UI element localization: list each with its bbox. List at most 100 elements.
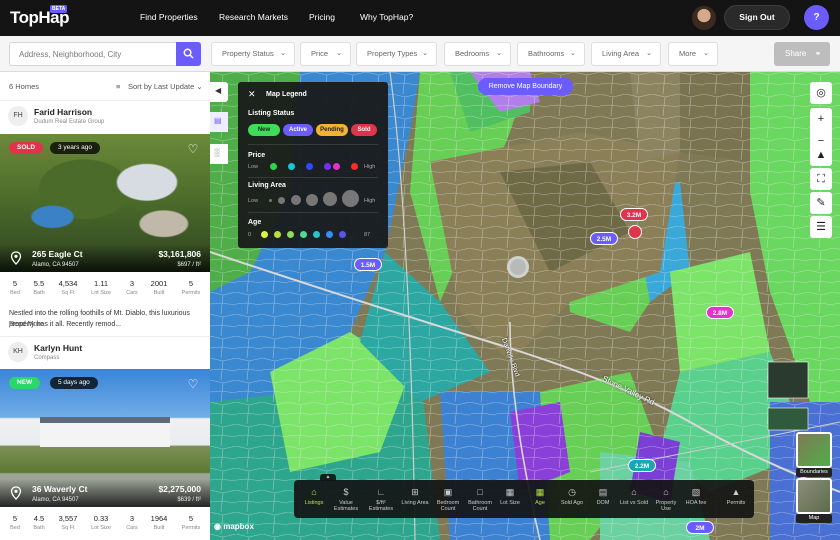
age-swatch: [287, 231, 294, 238]
search-input[interactable]: [9, 42, 177, 66]
listings-tool-button[interactable]: ▤: [210, 112, 228, 132]
search-button[interactable]: [176, 42, 201, 66]
price-marker[interactable]: 2.8M: [706, 306, 734, 319]
share-button[interactable]: Share ⚭: [774, 42, 830, 66]
listing-photo[interactable]: SOLD 3 years ago ♡ 265 Eagle Ct Alamo, C…: [0, 134, 210, 272]
layer-dom[interactable]: ▤ DOM: [587, 480, 619, 518]
compass-button[interactable]: ▲: [810, 144, 832, 166]
collapse-panel-button[interactable]: ◀: [210, 82, 228, 102]
listing-price: $2,275,000: [158, 484, 201, 494]
agent-header: FH Farid Harrison Dudum Real Estate Grou…: [0, 100, 210, 132]
bar-chart-icon: ░: [214, 148, 220, 157]
favorite-heart-icon[interactable]: ♡: [185, 141, 201, 157]
price-marker[interactable]: 2.2M: [628, 459, 656, 472]
filter-property-types[interactable]: Property Types ⌄: [356, 42, 437, 66]
location-pin-icon: [10, 251, 22, 265]
sold-pin-icon[interactable]: [628, 225, 642, 239]
close-icon[interactable]: ✕: [248, 89, 256, 100]
chevron-down-icon: ⌄: [703, 50, 709, 57]
layer-value-estimates[interactable]: $ Value Estimates: [330, 480, 362, 518]
read-more-link[interactable]: Read More: [9, 321, 44, 328]
legend-status-new: New: [248, 124, 280, 136]
listing-street[interactable]: 36 Waverly Ct: [32, 484, 87, 494]
filter-bedrooms[interactable]: Bedrooms ⌄: [444, 42, 511, 66]
layer-price-per-sqft[interactable]: ∟ $/ft² Estimates: [365, 480, 397, 518]
legend-divider: [248, 144, 378, 145]
chevron-down-icon: ⌄: [646, 50, 652, 57]
legend-age-high: 87: [364, 232, 371, 238]
listing-street[interactable]: 265 Eagle Ct: [32, 249, 83, 259]
layer-bathroom-count[interactable]: □ Bathroom Count: [464, 480, 496, 518]
filter-more[interactable]: More ⌄: [668, 42, 718, 66]
layer-listings[interactable]: ⌂ Listings: [298, 480, 330, 518]
remove-map-boundary-button[interactable]: Remove Map Boundary: [478, 78, 573, 95]
filter-property-status[interactable]: Property Status ⌄: [211, 42, 295, 66]
layer-sold-ago[interactable]: ◷ Sold Ago: [556, 480, 588, 518]
chevron-down-icon: ⌄: [196, 82, 203, 91]
layer-bedroom-count[interactable]: ▣ Bedroom Count: [432, 480, 464, 518]
house-use-icon: ⌂: [663, 487, 669, 497]
search-icon: [183, 48, 194, 59]
sign-out-button[interactable]: Sign Out: [724, 5, 790, 30]
agent-name[interactable]: Karlyn Hunt: [34, 343, 82, 353]
fullscreen-icon: ⛶: [817, 173, 825, 185]
legend-high: High: [364, 164, 376, 170]
clock-icon: ◷: [568, 487, 576, 497]
size-swatch: [291, 195, 301, 205]
layer-property-use[interactable]: ⌂ Property Use: [650, 480, 682, 518]
analytics-tool-button[interactable]: ░: [210, 144, 228, 164]
legend-status-active: Active: [283, 124, 313, 136]
listing-price-per-sqft: $697 / ft²: [177, 262, 201, 268]
boundaries-label: Boundaries: [796, 468, 832, 477]
zoom-in-icon[interactable]: +: [810, 108, 832, 130]
listing-age: 3 years ago: [50, 142, 100, 154]
user-avatar[interactable]: [692, 6, 716, 30]
age-swatch: [313, 231, 320, 238]
map-layer-toolbar: ⌂ Listings $ Value Estimates ∟ $/ft² Estima…: [294, 480, 754, 518]
layer-hoa-fee[interactable]: ▧ HOA fee: [680, 480, 712, 518]
permit-icon: ▲: [731, 487, 741, 497]
listing-photo[interactable]: NEW 5 days ago ♡ 36 Waverly Ct Alamo, CA…: [0, 369, 210, 507]
age-swatch: [339, 231, 346, 238]
draw-boundary-button[interactable]: ✎: [810, 192, 832, 214]
chevron-down-icon: ⌄: [422, 50, 428, 57]
sort-dropdown[interactable]: ≡ Sort by Last Update ⌄: [116, 82, 203, 91]
layers-button[interactable]: ☰: [810, 216, 832, 238]
layer-lot-size[interactable]: ▦ Lot Size: [494, 480, 526, 518]
legend-age-label: Age: [248, 219, 262, 226]
stat-cars: 3 Cars: [126, 279, 138, 296]
layer-living-area[interactable]: ⊞ Living Area: [399, 480, 431, 518]
price-marker[interactable]: 2.5M: [590, 232, 618, 245]
filter-living-area[interactable]: Living Area ⌄: [591, 42, 661, 66]
layer-permits[interactable]: ▲ Permits: [720, 480, 752, 518]
locate-button[interactable]: ◎: [810, 82, 832, 104]
favorite-heart-icon[interactable]: ♡: [185, 376, 201, 392]
price-swatch: [351, 163, 358, 170]
price-marker[interactable]: 3.2M: [620, 208, 648, 221]
agent-name[interactable]: Farid Harrison: [34, 107, 92, 117]
nav-research-markets[interactable]: Research Markets: [219, 12, 288, 22]
fullscreen-button[interactable]: ⛶: [810, 168, 832, 190]
filter-bathrooms[interactable]: Bathrooms ⌄: [517, 42, 585, 66]
listing-city: Alamo, CA 94507: [32, 497, 79, 503]
boundaries-toggle[interactable]: Boundaries: [796, 432, 832, 477]
price-swatch: [306, 163, 313, 170]
layer-age[interactable]: ▦ Age: [524, 480, 556, 518]
price-marker[interactable]: 2M: [686, 521, 714, 534]
price-marker[interactable]: 1.5M: [354, 258, 382, 271]
listing-city: Alamo, CA 94507: [32, 262, 79, 268]
age-swatch: [274, 231, 281, 238]
stat-permits: 5 Permits: [181, 514, 201, 531]
nav-pricing[interactable]: Pricing: [309, 12, 335, 22]
help-button[interactable]: ?: [804, 5, 829, 30]
tophap-logo[interactable]: TopHap BETA: [10, 5, 70, 28]
layer-list-vs-sold[interactable]: ⌂ List vs Sold: [618, 480, 650, 518]
bath-icon: □: [477, 487, 483, 497]
nav-find-properties[interactable]: Find Properties: [140, 12, 198, 22]
filter-price[interactable]: Price ⌄: [300, 42, 351, 66]
share-icon: ⚭: [814, 49, 822, 58]
size-swatch: [342, 190, 359, 207]
age-swatch: [261, 231, 268, 238]
map-style-toggle[interactable]: Map: [796, 478, 832, 523]
nav-why-tophap[interactable]: Why TopHap?: [360, 12, 413, 22]
